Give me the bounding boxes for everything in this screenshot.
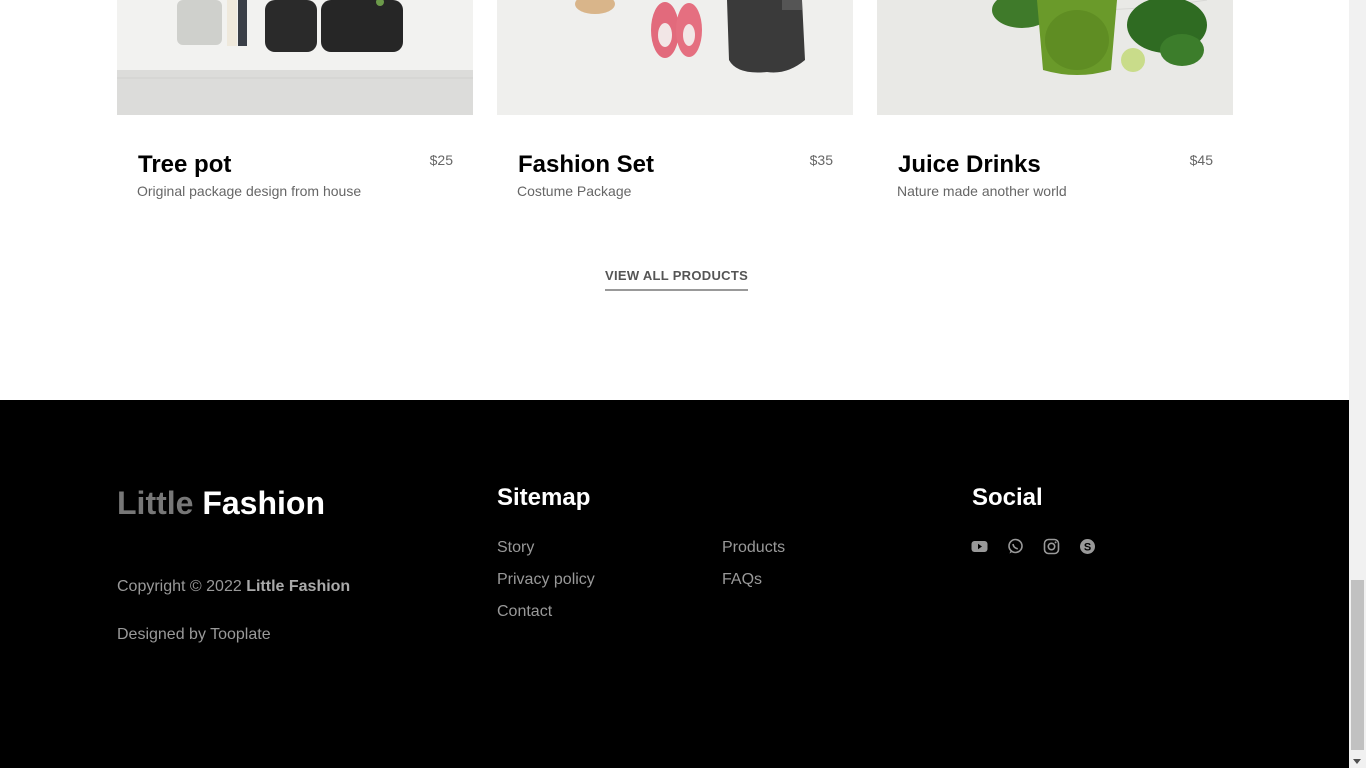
copyright-brand-link[interactable]: Little Fashion (246, 578, 350, 595)
product-subtitle: Costume Package (517, 183, 632, 199)
product-price: $35 (809, 152, 833, 168)
sitemap-link-story[interactable]: Story (497, 539, 534, 557)
product-price: $45 (1189, 152, 1213, 168)
sitemap-link-privacy-policy[interactable]: Privacy policy (497, 571, 595, 589)
brand-word-1: Little (117, 485, 194, 521)
product-subtitle: Nature made another world (897, 183, 1067, 199)
sitemap-link-faqs[interactable]: FAQs (722, 571, 762, 589)
instagram-icon[interactable] (1043, 538, 1060, 555)
vertical-scrollbar[interactable] (1349, 0, 1366, 768)
skype-icon[interactable]: S (1079, 538, 1096, 555)
page: Tree pot Original package design from ho… (0, 0, 1349, 768)
product-title[interactable]: Tree pot (138, 151, 231, 179)
scrollbar-thumb[interactable] (1351, 580, 1364, 750)
sitemap-link-products[interactable]: Products (722, 539, 785, 557)
youtube-icon[interactable] (971, 538, 988, 555)
social-heading: Social (972, 484, 1043, 511)
product-image-fashion-set[interactable] (497, 0, 853, 115)
footer: Little Fashion Copyright © 2022 Little F… (0, 400, 1349, 768)
product-title[interactable]: Fashion Set (518, 151, 654, 179)
product-image-tree-pot[interactable] (117, 0, 473, 115)
brand-word-2: Fashion (202, 485, 325, 521)
product-card[interactable]: Juice Drinks Nature made another world $… (877, 0, 1233, 215)
copyright-text: Copyright © 2022 Little Fashion (117, 578, 350, 596)
sitemap-link-contact[interactable]: Contact (497, 603, 552, 621)
product-card[interactable]: Tree pot Original package design from ho… (117, 0, 473, 215)
scroll-down-arrow-icon[interactable] (1353, 759, 1361, 764)
product-subtitle: Original package design from house (137, 183, 362, 199)
view-all-products-link[interactable]: VIEW ALL PRODUCTS (605, 268, 749, 291)
social-icons: S (971, 538, 1096, 555)
sitemap-heading: Sitemap (497, 484, 591, 511)
product-price: $25 (429, 152, 453, 168)
product-card[interactable]: Fashion Set Costume Package $35 (497, 0, 853, 215)
whatsapp-icon[interactable] (1007, 538, 1024, 555)
product-title[interactable]: Juice Drinks (898, 151, 1041, 179)
product-image-juice-drinks[interactable] (877, 0, 1233, 115)
footer-brand-logo[interactable]: Little Fashion (117, 485, 325, 522)
copyright-prefix: Copyright © 2022 (117, 578, 242, 595)
svg-text:S: S (1084, 541, 1091, 553)
designed-by-link[interactable]: Designed by Tooplate (117, 626, 271, 644)
products-section: Tree pot Original package design from ho… (0, 0, 1349, 400)
